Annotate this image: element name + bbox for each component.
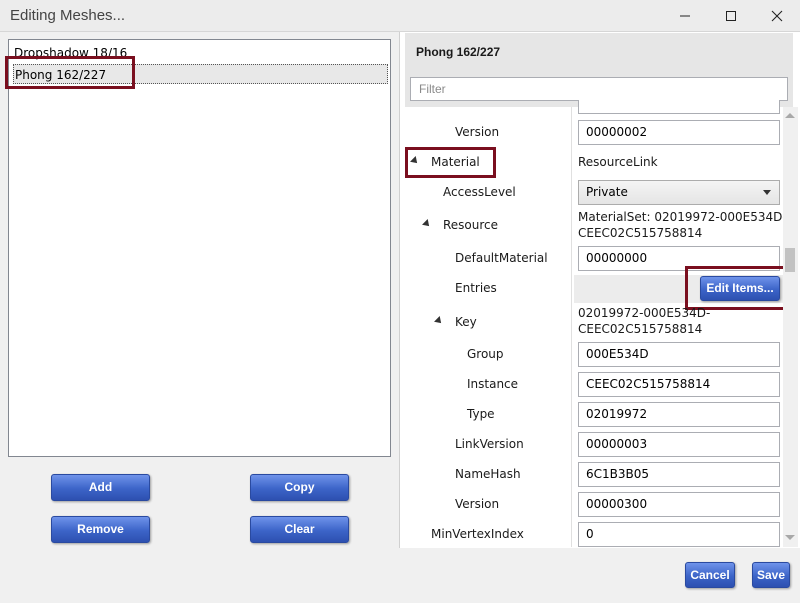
window-title: Editing Meshes... (10, 7, 126, 24)
property-label: AccessLevel (443, 185, 516, 199)
property-label: LinkVersion (455, 437, 524, 451)
scrollbar-thumb[interactable] (785, 248, 795, 272)
property-value-version[interactable]: 00000002 (578, 120, 780, 145)
highlight-box-material (405, 147, 496, 178)
property-label: Group (467, 347, 504, 361)
add-button[interactable]: Add (51, 474, 150, 501)
property-label: Instance (467, 377, 519, 391)
property-label: DefaultMaterial (455, 251, 548, 265)
minimize-icon (680, 15, 690, 17)
access-level-select[interactable]: Private (578, 180, 780, 205)
property-value-key-line1: 02019972-000E534D- (578, 306, 711, 320)
property-value-link-version[interactable]: 00000003 (578, 432, 780, 457)
clear-button[interactable]: Clear (250, 516, 349, 543)
property-value-name-hash[interactable]: 6C1B3B05 (578, 462, 780, 487)
property-value-group[interactable]: 000E534D (578, 342, 780, 367)
property-value-key-line2: CEEC02C515758814 (578, 322, 703, 336)
property-value-type[interactable]: 02019972 (578, 402, 780, 427)
maximize-icon (726, 11, 736, 21)
maximize-button[interactable] (708, 0, 754, 32)
property-value-resource-line1: MaterialSet: 02019972-000E534D- (578, 210, 787, 224)
property-panel-title: Phong 162/227 (416, 45, 501, 59)
save-button[interactable]: Save (752, 562, 790, 588)
copy-button[interactable]: Copy (250, 474, 349, 501)
property-label: Version (455, 125, 500, 139)
grid-divider (571, 107, 572, 547)
cancel-button[interactable]: Cancel (685, 562, 735, 588)
close-button[interactable] (754, 0, 800, 32)
property-value-material: ResourceLink (578, 155, 658, 169)
remove-button[interactable]: Remove (51, 516, 150, 543)
property-label: NameHash (455, 467, 521, 481)
highlight-box-list-item (5, 56, 135, 89)
property-label: Resource (443, 218, 499, 232)
property-label: Type (467, 407, 495, 421)
mesh-list[interactable]: Dropshadow 18/16 Phong 162/227 (8, 39, 391, 457)
title-bar: Editing Meshes... (0, 0, 800, 32)
access-level-value: Private (586, 185, 628, 199)
property-value-resource-line2: CEEC02C515758814 (578, 226, 703, 240)
property-value-version-2[interactable]: 00000300 (578, 492, 780, 517)
minimize-button[interactable] (662, 0, 708, 32)
property-value-min-vertex-index[interactable]: 0 (578, 522, 780, 547)
property-label: MinVertexIndex (431, 527, 524, 541)
property-label: Entries (455, 281, 497, 295)
chevron-down-icon (763, 190, 771, 195)
property-value-instance[interactable]: CEEC02C515758814 (578, 372, 780, 397)
close-icon (771, 10, 783, 22)
dialog-footer (0, 548, 800, 603)
property-label: Version (455, 497, 500, 511)
vertical-scrollbar[interactable] (783, 107, 798, 547)
scroll-up-icon[interactable] (784, 110, 796, 120)
property-label: Key (455, 315, 477, 329)
filter-input[interactable] (410, 77, 788, 101)
highlight-box-edit-items (685, 266, 792, 310)
property-value-partial[interactable] (578, 100, 780, 114)
scroll-down-icon[interactable] (784, 533, 796, 543)
